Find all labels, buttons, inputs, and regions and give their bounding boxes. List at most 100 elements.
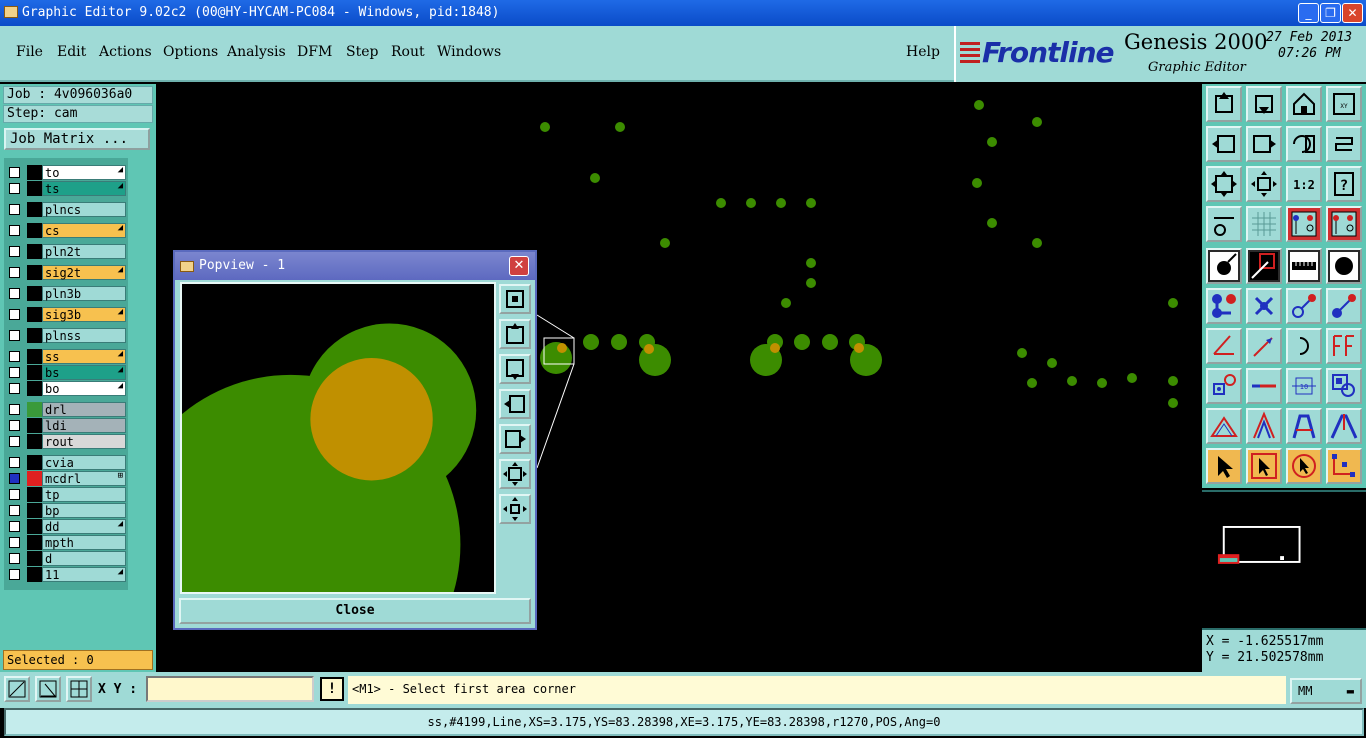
snap-grid-icon[interactable] xyxy=(66,676,92,702)
settings-icon[interactable] xyxy=(1206,206,1242,242)
layer-checkbox[interactable] xyxy=(9,167,20,178)
popview-canvas[interactable] xyxy=(180,282,496,594)
path-icon[interactable] xyxy=(1246,408,1282,444)
layer-checkbox[interactable] xyxy=(9,505,20,516)
select-box-icon[interactable] xyxy=(1246,448,1282,484)
layer-color-swatch[interactable] xyxy=(27,418,42,433)
layer-checkbox[interactable] xyxy=(9,473,20,484)
layer-checkbox[interactable] xyxy=(9,204,20,215)
zoom-in-icon[interactable] xyxy=(1246,86,1282,122)
layer-row[interactable]: cvia xyxy=(6,455,126,470)
layer-row[interactable]: mpth xyxy=(6,535,126,550)
grid-icon[interactable] xyxy=(1246,206,1282,242)
line-icon[interactable] xyxy=(1286,288,1322,324)
layer-name[interactable]: 11 xyxy=(42,567,126,582)
layer-name[interactable]: ldi xyxy=(42,418,126,433)
menu-options[interactable]: Options xyxy=(163,44,218,60)
layer-name[interactable]: mcdrl xyxy=(42,471,126,486)
layer-color-swatch[interactable] xyxy=(27,202,42,217)
job-matrix-button[interactable]: Job Matrix ... xyxy=(4,128,150,150)
layer-color-swatch[interactable] xyxy=(27,434,42,449)
text-icon[interactable] xyxy=(1326,328,1362,364)
layer-color-swatch[interactable] xyxy=(27,365,42,380)
layer-color-swatch[interactable] xyxy=(27,535,42,550)
layer-checkbox[interactable] xyxy=(9,489,20,500)
layer-row[interactable]: ss ◢ xyxy=(6,349,126,364)
menu-step[interactable]: Step xyxy=(346,44,378,60)
layer-row[interactable]: rout xyxy=(6,434,126,449)
layer-checkbox[interactable] xyxy=(9,330,20,341)
layer-checkbox[interactable] xyxy=(9,183,20,194)
menu-file[interactable]: File xyxy=(16,44,43,60)
popview-title-bar[interactable]: Popview - 1 ✕ xyxy=(175,252,535,280)
scale-icon[interactable]: 1:2 xyxy=(1286,166,1322,202)
layer-row[interactable]: to ◢ xyxy=(6,165,126,180)
layer-name[interactable]: tp xyxy=(42,487,126,502)
layer-name[interactable]: bo xyxy=(42,381,126,396)
zoom-area-icon[interactable] xyxy=(4,676,30,702)
pop-zoom-fit-icon[interactable] xyxy=(499,459,531,489)
zoom-home-icon[interactable] xyxy=(1206,86,1242,122)
layer-row[interactable]: tp xyxy=(6,487,126,502)
pop-pan-right-icon[interactable] xyxy=(499,424,531,454)
menu-rout[interactable]: Rout xyxy=(391,44,425,60)
layer-name[interactable]: drl xyxy=(42,402,126,417)
layer-color-swatch[interactable] xyxy=(27,519,42,534)
layer-color-swatch[interactable] xyxy=(27,181,42,196)
layer-row[interactable]: bs ◢ xyxy=(6,365,126,380)
layer-color-swatch[interactable] xyxy=(27,503,42,518)
layer-checkbox[interactable] xyxy=(9,404,20,415)
overview-map[interactable] xyxy=(1202,490,1366,630)
menu-actions[interactable]: Actions xyxy=(99,44,152,60)
layer-color-swatch[interactable] xyxy=(27,265,42,280)
arc-icon[interactable] xyxy=(1286,328,1322,364)
layer-off-icon[interactable] xyxy=(1326,206,1362,242)
popview-close-icon[interactable]: ✕ xyxy=(509,256,529,276)
zoom-center-icon[interactable] xyxy=(1246,166,1282,202)
fill-icon[interactable] xyxy=(1206,248,1242,284)
menu-windows[interactable]: Windows xyxy=(437,44,501,60)
layer-name[interactable]: cs xyxy=(42,223,126,238)
layer-checkbox[interactable] xyxy=(9,309,20,320)
layer-color-swatch[interactable] xyxy=(27,165,42,180)
menu-help[interactable]: Help xyxy=(906,44,940,60)
select-icon[interactable] xyxy=(1206,448,1242,484)
connect-icon[interactable] xyxy=(1206,288,1242,324)
pan-right-icon[interactable] xyxy=(1246,126,1282,162)
layer-color-swatch[interactable] xyxy=(27,551,42,566)
layer-checkbox[interactable] xyxy=(9,420,20,431)
layer-checkbox[interactable] xyxy=(9,457,20,468)
layer-color-swatch[interactable] xyxy=(27,455,42,470)
layer-checkbox[interactable] xyxy=(9,537,20,548)
slope-icon[interactable] xyxy=(1246,328,1282,364)
layer-color-swatch[interactable] xyxy=(27,471,42,486)
layer-row[interactable]: d xyxy=(6,551,126,566)
layer-color-swatch[interactable] xyxy=(27,307,42,322)
layer-row[interactable]: sig2t ◢ xyxy=(6,265,126,280)
layer-row[interactable]: 11 ◢ xyxy=(6,567,126,582)
layer-name[interactable]: bs xyxy=(42,365,126,380)
pop-zoom-in-icon[interactable] xyxy=(499,319,531,349)
copy-icon[interactable] xyxy=(1206,368,1242,404)
layer-name[interactable]: sig3b xyxy=(42,307,126,322)
layer-row[interactable]: plnss xyxy=(6,328,126,343)
layer-name[interactable]: to xyxy=(42,165,126,180)
angle-icon[interactable] xyxy=(1206,328,1242,364)
layer-color-swatch[interactable] xyxy=(27,223,42,238)
arrow-icon[interactable] xyxy=(1326,288,1362,324)
group-icon[interactable] xyxy=(1326,368,1362,404)
layer-row[interactable]: bp xyxy=(6,503,126,518)
pad-icon[interactable] xyxy=(1326,248,1362,284)
layer-on-icon[interactable] xyxy=(1286,206,1322,242)
zoom-out-icon[interactable] xyxy=(1286,86,1322,122)
pop-zoom-window-icon[interactable] xyxy=(499,284,531,314)
layer-checkbox[interactable] xyxy=(9,383,20,394)
layer-color-swatch[interactable] xyxy=(27,402,42,417)
layer-name[interactable]: bp xyxy=(42,503,126,518)
layer-row[interactable]: plncs xyxy=(6,202,126,217)
route-icon[interactable] xyxy=(1326,408,1362,444)
zoom-fit-icon[interactable] xyxy=(1206,166,1242,202)
layer-checkbox[interactable] xyxy=(9,288,20,299)
rotate-icon[interactable] xyxy=(1286,448,1322,484)
layer-name[interactable]: rout xyxy=(42,434,126,449)
